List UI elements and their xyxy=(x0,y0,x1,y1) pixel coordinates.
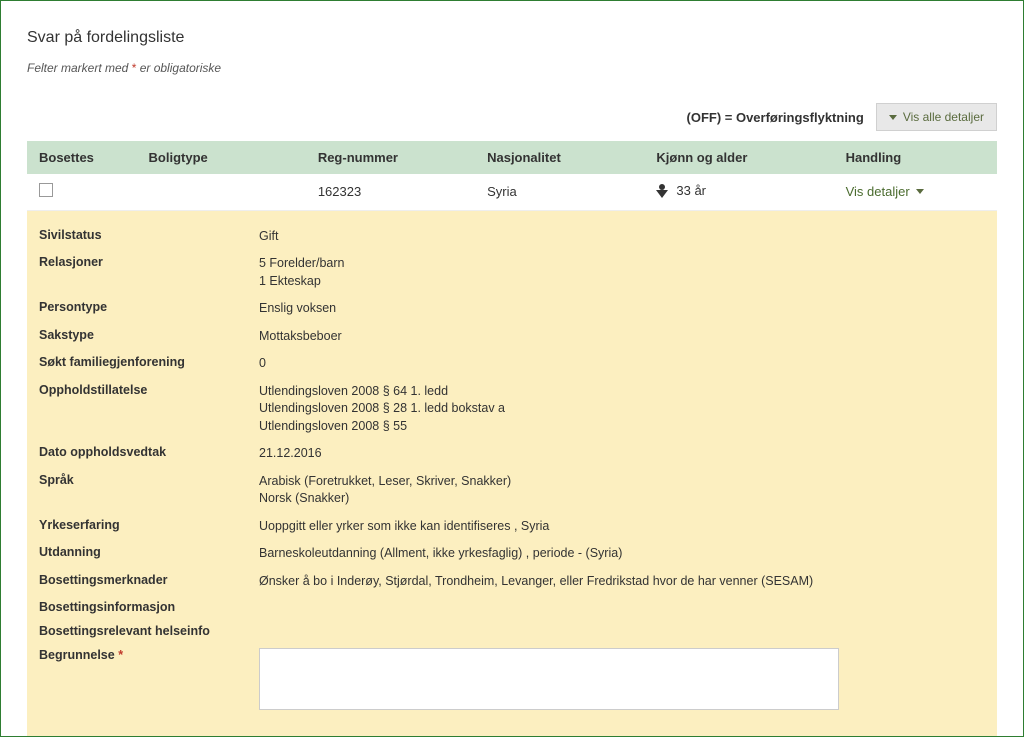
detail-relasjoner: Relasjoner 5 Forelder/barn 1 Ekteskap xyxy=(39,250,985,295)
label-yrke: Yrkeserfaring xyxy=(39,518,259,532)
header-handling: Handling xyxy=(846,150,985,165)
kjonn-alder-cell: 33 år xyxy=(656,183,706,198)
sprak-line1: Arabisk (Foretrukket, Leser, Skriver, Sn… xyxy=(259,473,511,491)
detail-sivilstatus: Sivilstatus Gift xyxy=(39,223,985,251)
label-familiegj: Søkt familiegjenforening xyxy=(39,355,259,369)
value-sprak: Arabisk (Foretrukket, Leser, Skriver, Sn… xyxy=(259,473,511,508)
value-opphold: Utlendingsloven 2008 § 64 1. ledd Utlend… xyxy=(259,383,505,436)
label-relasjoner: Relasjoner xyxy=(39,255,259,269)
header-kjonn-alder: Kjønn og alder xyxy=(656,150,845,165)
header-boligtype: Boligtype xyxy=(149,150,318,165)
detail-persontype: Persontype Enslig voksen xyxy=(39,295,985,323)
detail-dato: Dato oppholdsvedtak 21.12.2016 xyxy=(39,440,985,468)
subtitle-after: er obligatoriske xyxy=(136,61,221,75)
value-sakstype: Mottaksbeboer xyxy=(259,328,342,346)
opphold-line3: Utlendingsloven 2008 § 55 xyxy=(259,418,505,436)
person-female-icon xyxy=(656,184,668,198)
relasjoner-line1: 5 Forelder/barn xyxy=(259,255,344,273)
label-opphold: Oppholdstillatelse xyxy=(39,383,259,397)
show-all-details-button[interactable]: Vis alle detaljer xyxy=(876,103,997,131)
opphold-line1: Utlendingsloven 2008 § 64 1. ledd xyxy=(259,383,505,401)
regnr-cell: 162323 xyxy=(318,184,487,199)
label-utdanning: Utdanning xyxy=(39,545,259,559)
header-bosettes: Bosettes xyxy=(39,150,149,165)
label-helse: Bosettingsrelevant helseinfo xyxy=(39,624,259,638)
toolbar: (OFF) = Overføringsflyktning Vis alle de… xyxy=(27,103,997,131)
sprak-line2: Norsk (Snakker) xyxy=(259,490,511,508)
value-familiegj: 0 xyxy=(259,355,266,373)
detail-opphold: Oppholdstillatelse Utlendingsloven 2008 … xyxy=(39,378,985,441)
result-table: Bosettes Boligtype Reg-nummer Nasjonalit… xyxy=(27,141,997,736)
value-merknader: Ønsker å bo i Inderøy, Stjørdal, Trondhe… xyxy=(259,573,813,591)
detail-familiegj: Søkt familiegjenforening 0 xyxy=(39,350,985,378)
value-relasjoner: 5 Forelder/barn 1 Ekteskap xyxy=(259,255,344,290)
label-dato: Dato oppholdsvedtak xyxy=(39,445,259,459)
opphold-line2: Utlendingsloven 2008 § 28 1. ledd boksta… xyxy=(259,400,505,418)
chevron-down-icon xyxy=(916,189,924,194)
value-sivilstatus: Gift xyxy=(259,228,278,246)
off-legend: (OFF) = Overføringsflyktning xyxy=(687,110,864,125)
details-panel: Sivilstatus Gift Relasjoner 5 Forelder/b… xyxy=(27,211,997,737)
header-nasjonalitet: Nasjonalitet xyxy=(487,150,656,165)
value-dato: 21.12.2016 xyxy=(259,445,322,463)
detail-info: Bosettingsinformasjon xyxy=(39,595,985,619)
label-begrunnelse: Begrunnelse * xyxy=(39,648,259,662)
table-row: 162323 Syria 33 år Vis detaljer xyxy=(27,174,997,211)
alder-value: 33 år xyxy=(676,183,706,198)
page-container: Svar på fordelingsliste Felter markert m… xyxy=(0,0,1024,737)
page-title: Svar på fordelingsliste xyxy=(27,29,997,47)
detail-utdanning: Utdanning Barneskoleutdanning (Allment, … xyxy=(39,540,985,568)
label-sprak: Språk xyxy=(39,473,259,487)
label-sivilstatus: Sivilstatus xyxy=(39,228,259,242)
required-hint: Felter markert med * er obligatoriske xyxy=(27,61,997,75)
header-regnr: Reg-nummer xyxy=(318,150,487,165)
value-utdanning: Barneskoleutdanning (Allment, ikke yrkes… xyxy=(259,545,622,563)
show-details-button[interactable]: Vis detaljer xyxy=(846,184,924,199)
subtitle-before: Felter markert med xyxy=(27,61,132,75)
detail-yrke: Yrkeserfaring Uoppgitt eller yrker som i… xyxy=(39,513,985,541)
label-sakstype: Sakstype xyxy=(39,328,259,342)
required-asterisk: * xyxy=(118,648,123,662)
detail-begrunnelse: Begrunnelse * xyxy=(39,643,985,718)
value-persontype: Enslig voksen xyxy=(259,300,336,318)
table-header: Bosettes Boligtype Reg-nummer Nasjonalit… xyxy=(27,141,997,174)
value-yrke: Uoppgitt eller yrker som ikke kan identi… xyxy=(259,518,549,536)
begrunnelse-text: Begrunnelse xyxy=(39,648,115,662)
begrunnelse-input[interactable] xyxy=(259,648,839,710)
detail-merknader: Bosettingsmerknader Ønsker å bo i Inderø… xyxy=(39,568,985,596)
label-persontype: Persontype xyxy=(39,300,259,314)
detail-helse: Bosettingsrelevant helseinfo xyxy=(39,619,985,643)
show-details-label: Vis detaljer xyxy=(846,184,910,199)
label-info: Bosettingsinformasjon xyxy=(39,600,259,614)
bosettes-checkbox[interactable] xyxy=(39,183,53,197)
detail-sakstype: Sakstype Mottaksbeboer xyxy=(39,323,985,351)
detail-sprak: Språk Arabisk (Foretrukket, Leser, Skriv… xyxy=(39,468,985,513)
relasjoner-line2: 1 Ekteskap xyxy=(259,273,344,291)
label-merknader: Bosettingsmerknader xyxy=(39,573,259,587)
chevron-down-icon xyxy=(889,115,897,120)
show-all-details-label: Vis alle detaljer xyxy=(903,110,984,124)
nasjonalitet-cell: Syria xyxy=(487,184,656,199)
